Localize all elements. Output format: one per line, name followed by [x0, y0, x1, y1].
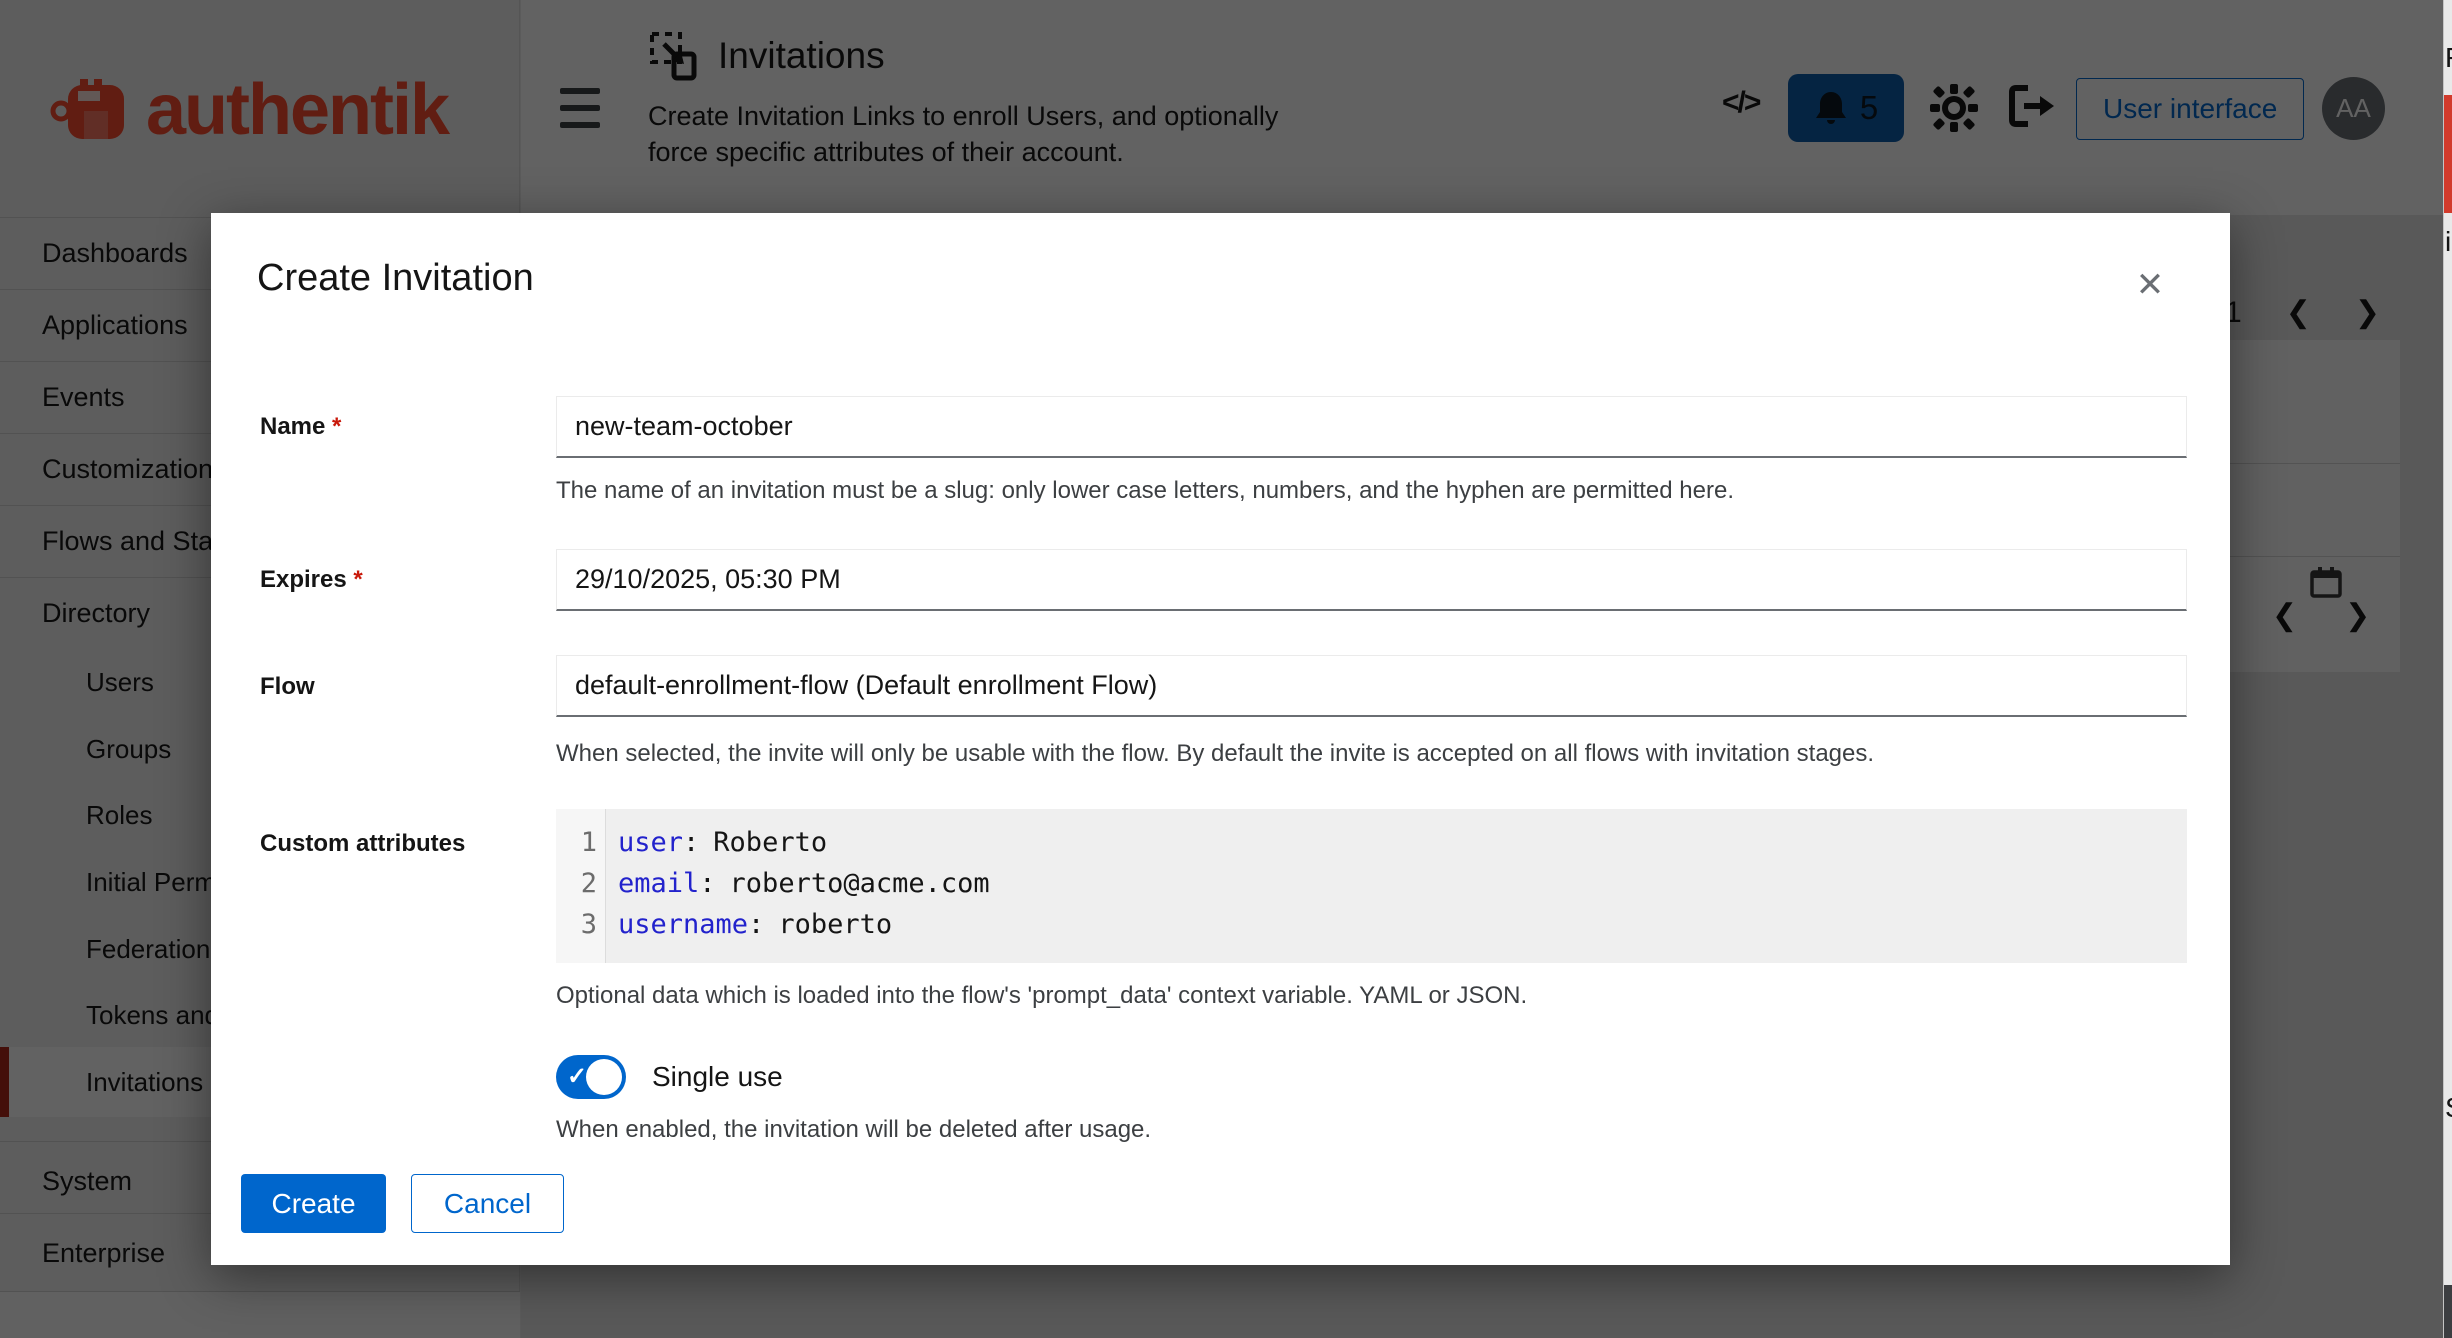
- drawer-text-fragment: S: [2445, 1092, 2452, 1124]
- drawer-text-fragment: F: [2445, 42, 2452, 74]
- single-use-help-text: When enabled, the invitation will be del…: [556, 1114, 2187, 1145]
- required-marker: *: [353, 566, 362, 593]
- custom-attributes-label: Custom attributes: [260, 830, 465, 858]
- code-line: username:roberto: [618, 904, 990, 945]
- line-number: 1: [556, 822, 597, 863]
- notification-drawer-edge: F i S: [2443, 0, 2452, 1338]
- flow-help-text: When selected, the invite will only be u…: [556, 738, 2187, 769]
- line-number: 2: [556, 863, 597, 904]
- custom-attributes-help-text: Optional data which is loaded into the f…: [556, 980, 2187, 1011]
- name-input[interactable]: [556, 396, 2187, 458]
- code-lines: user:Roberto email:roberto@acme.com user…: [606, 809, 990, 963]
- name-field-label: Name *: [260, 413, 341, 441]
- drawer-text-fragment: i: [2445, 226, 2451, 258]
- code-gutter: 1 2 3: [556, 809, 606, 963]
- cancel-button[interactable]: Cancel: [411, 1174, 564, 1233]
- create-button[interactable]: Create: [241, 1174, 386, 1233]
- code-line: user:Roberto: [618, 822, 990, 863]
- custom-attributes-code-editor[interactable]: 1 2 3 user:Roberto email:roberto@acme.co…: [556, 809, 2187, 963]
- line-number: 3: [556, 904, 597, 945]
- check-icon: ✓: [567, 1062, 587, 1091]
- expires-field-label: Expires *: [260, 566, 363, 594]
- name-help-text: The name of an invitation must be a slug…: [556, 475, 2187, 506]
- drawer-dark-element: [2444, 1285, 2452, 1338]
- close-icon[interactable]: ✕: [2128, 263, 2172, 307]
- toggle-knob: [586, 1059, 622, 1095]
- expires-datetime-input[interactable]: [556, 549, 2187, 611]
- app-root: authentik Dashboards Applications Events…: [0, 0, 2452, 1338]
- calendar-icon[interactable]: [2309, 565, 2349, 605]
- flow-field-label: Flow: [260, 673, 315, 701]
- single-use-toggle[interactable]: ✓: [556, 1055, 626, 1099]
- code-line: email:roberto@acme.com: [618, 863, 990, 904]
- single-use-label: Single use: [652, 1061, 783, 1093]
- modal-title: Create Invitation: [257, 257, 534, 300]
- create-invitation-modal: Create Invitation ✕ Name * The name of a…: [211, 213, 2230, 1265]
- required-marker: *: [332, 413, 341, 440]
- drawer-red-element: [2444, 95, 2452, 213]
- flow-select-input[interactable]: [556, 655, 2187, 717]
